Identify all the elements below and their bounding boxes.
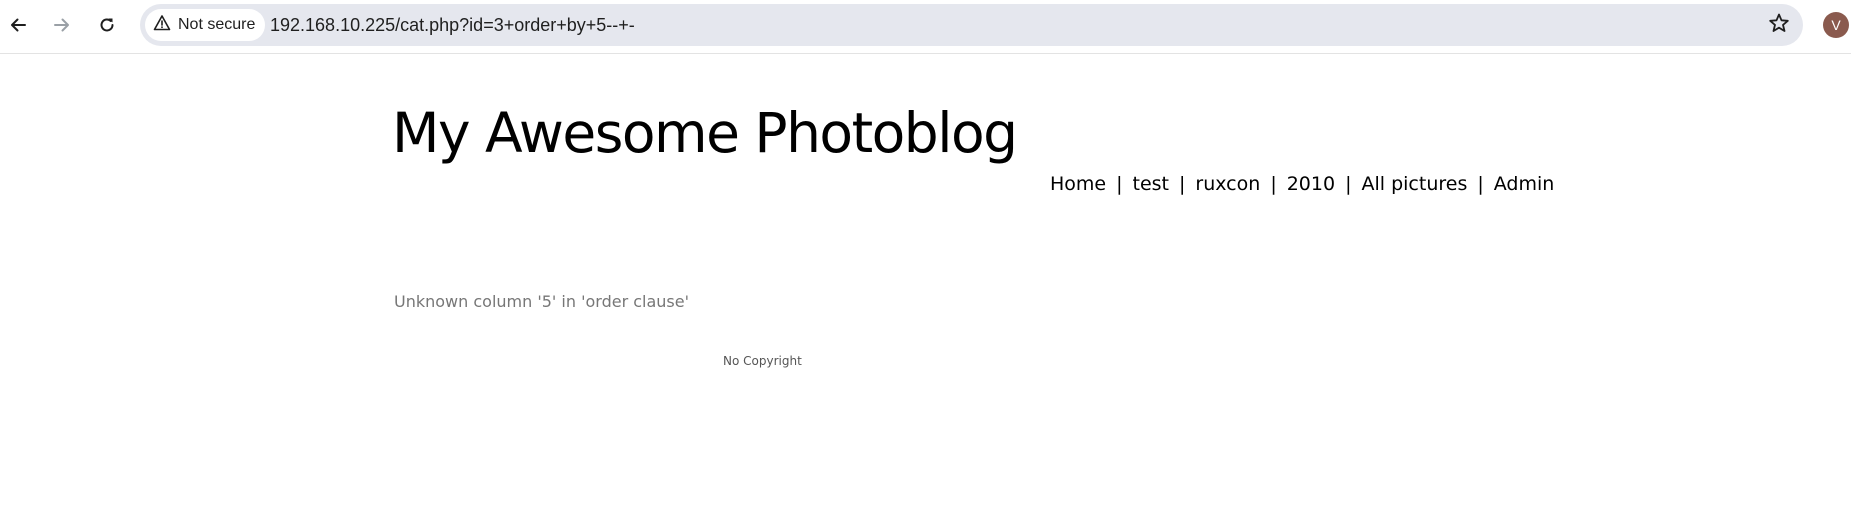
forward-button[interactable]: [44, 7, 80, 43]
back-button[interactable]: [0, 7, 36, 43]
nav-link-ruxcon[interactable]: ruxcon: [1195, 173, 1260, 195]
nav-link-admin[interactable]: Admin: [1494, 173, 1555, 195]
nav-link-2010[interactable]: 2010: [1287, 173, 1335, 195]
reload-icon: [97, 15, 117, 35]
nav-link-home[interactable]: Home: [1050, 173, 1106, 195]
arrow-right-icon: [52, 15, 72, 35]
arrow-left-icon: [8, 15, 28, 35]
nav-separator: |: [1179, 173, 1186, 195]
address-bar[interactable]: Not secure 192.168.10.225/cat.php?id=3+o…: [140, 4, 1803, 46]
bookmark-button[interactable]: [1765, 11, 1793, 39]
profile-initial: V: [1831, 17, 1841, 33]
reload-button[interactable]: [89, 7, 125, 43]
nav-link-all-pictures[interactable]: All pictures: [1361, 173, 1467, 195]
nav-separator: |: [1345, 173, 1352, 195]
sql-error-message: Unknown column '5' in 'order clause': [394, 292, 689, 311]
nav-separator: |: [1116, 173, 1123, 195]
security-label: Not secure: [178, 16, 256, 33]
profile-avatar[interactable]: V: [1823, 12, 1849, 38]
nav-separator: |: [1270, 173, 1277, 195]
browser-toolbar: Not secure 192.168.10.225/cat.php?id=3+o…: [0, 0, 1851, 54]
star-icon: [1768, 12, 1790, 38]
url-text[interactable]: 192.168.10.225/cat.php?id=3+order+by+5--…: [270, 4, 635, 46]
security-indicator[interactable]: Not secure: [145, 9, 266, 41]
site-nav: Home | test | ruxcon | 2010 | All pictures | Admin: [1050, 173, 1554, 195]
footer-text: No Copyright: [723, 354, 802, 368]
warning-triangle-icon: [153, 14, 171, 37]
nav-separator: |: [1477, 173, 1484, 195]
nav-link-test[interactable]: test: [1133, 173, 1170, 195]
site-title: My Awesome Photoblog: [392, 101, 1018, 165]
